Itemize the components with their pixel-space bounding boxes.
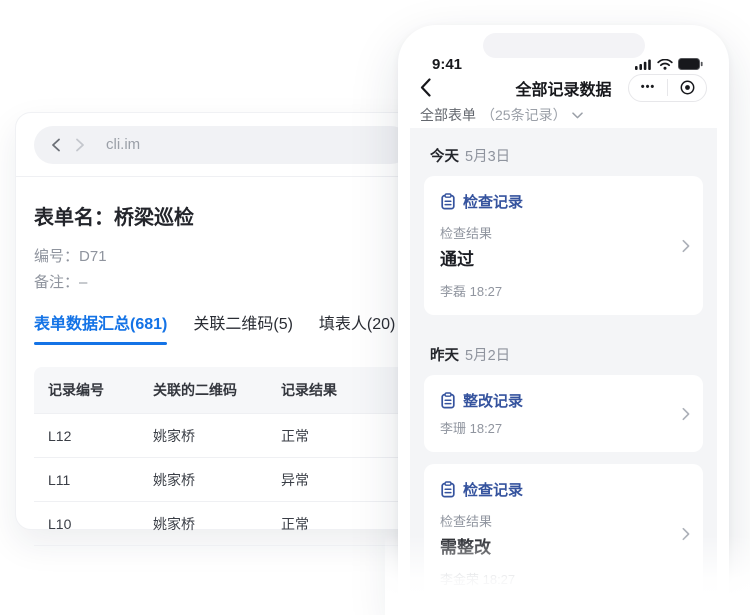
record-card-inspection-yesterday[interactable]: 检查记录 检查结果 需整改 李金荣 18:27	[424, 464, 703, 603]
chevron-right-icon	[682, 239, 690, 252]
record-meta: 李磊 18:27	[440, 281, 687, 300]
page-title: 表单名：桥梁巡检	[34, 201, 410, 230]
records-table: 记录编号 关联的二维码 记录结果 L12 姚家桥 正常 L11 姚家桥 异常 L…	[34, 367, 410, 546]
section-day: 今天	[430, 149, 459, 165]
nav-back-icon[interactable]	[420, 78, 452, 97]
clipboard-icon	[440, 193, 456, 210]
miniprogram-capsule: •••	[628, 74, 707, 102]
section-date: 5月2日	[465, 348, 510, 364]
record-card-inspection-today[interactable]: 检查记录 检查结果 通过 李磊 18:27	[424, 176, 703, 315]
chevron-down-icon	[572, 112, 583, 119]
table-row[interactable]: L11 姚家桥 异常	[34, 457, 410, 501]
address-bar[interactable]: cli.im	[34, 126, 410, 164]
section-date: 5月3日	[465, 149, 510, 165]
table-row[interactable]: L12 姚家桥 正常	[34, 413, 410, 457]
wifi-icon	[657, 59, 673, 70]
tab-fillers[interactable]: 填表人(20)	[319, 310, 395, 345]
cell-qrcode: 姚家桥	[139, 426, 267, 446]
clipboard-icon	[440, 392, 456, 409]
target-circle-icon	[680, 80, 695, 95]
cell-qrcode: 姚家桥	[139, 514, 267, 534]
more-icon: •••	[641, 82, 656, 93]
column-header-result: 记录结果	[267, 380, 410, 400]
record-type-label: 检查记录	[463, 191, 523, 212]
date-section-header: 今天 5月3日	[424, 128, 703, 176]
cell-signal-icon	[635, 59, 652, 70]
record-type-label: 整改记录	[463, 390, 523, 411]
more-button[interactable]: •••	[629, 82, 667, 93]
cell-qrcode: 姚家桥	[139, 470, 267, 490]
phone-notch	[483, 33, 645, 58]
field-label: 检查结果	[440, 511, 687, 530]
cell-record-id: L10	[34, 516, 139, 532]
form-remark-label: 备注：	[34, 274, 79, 291]
record-meta: 李金荣 18:27	[440, 569, 687, 588]
form-remark-value: –	[79, 274, 87, 291]
filter-name: 全部表单	[420, 105, 476, 125]
forward-icon[interactable]	[74, 138, 86, 152]
filter-count: （25条记录）	[481, 105, 567, 125]
clipboard-icon	[440, 481, 456, 498]
battery-icon	[678, 58, 703, 70]
minimize-button[interactable]	[668, 80, 706, 95]
browser-chrome: cli.im	[16, 113, 428, 177]
browser-window: cli.im 表单名：桥梁巡检 编号：D71 备注：– 表单数据汇总(681) …	[15, 112, 429, 530]
record-meta: 李珊 18:27	[440, 418, 687, 437]
phone-mockup: 9:41 全部记录数据 ••• 全部表单 （25条记录）	[398, 25, 729, 615]
column-header-record-id: 记录编号	[34, 380, 139, 400]
record-card-rectification[interactable]: 整改记录 李珊 18:27	[424, 375, 703, 452]
cell-result: 正常	[267, 426, 410, 446]
tab-linked-qrcodes[interactable]: 关联二维码(5)	[193, 310, 293, 345]
nav-title: 全部记录数据	[515, 76, 611, 100]
form-remark-line: 备注：–	[34, 270, 410, 296]
form-filter-dropdown[interactable]: 全部表单 （25条记录）	[410, 103, 717, 128]
chevron-right-icon	[682, 527, 690, 540]
form-number-line: 编号：D71	[34, 244, 410, 270]
tab-data-summary[interactable]: 表单数据汇总(681)	[34, 310, 167, 345]
form-detail: 表单名：桥梁巡检 编号：D71 备注：– 表单数据汇总(681) 关联二维码(5…	[16, 177, 428, 546]
table-header-row: 记录编号 关联的二维码 记录结果	[34, 367, 410, 413]
status-time: 9:41	[432, 56, 462, 73]
cell-record-id: L11	[34, 472, 139, 488]
tab-bar: 表单数据汇总(681) 关联二维码(5) 填表人(20)	[34, 310, 410, 345]
cell-record-id: L12	[34, 428, 139, 444]
record-list: 今天 5月3日 检查记录 检查结果 通过 李磊 18:27 昨天 5月2日	[410, 128, 717, 615]
url-text: cli.im	[106, 136, 140, 153]
form-number-value: D71	[79, 248, 107, 265]
nav-bar: 全部记录数据 •••	[410, 73, 717, 102]
section-day: 昨天	[430, 348, 459, 364]
record-type-label: 检查记录	[463, 479, 523, 500]
field-label: 检查结果	[440, 223, 687, 242]
chevron-right-icon	[682, 407, 690, 420]
back-icon[interactable]	[50, 138, 62, 152]
table-row[interactable]: L10 姚家桥 正常	[34, 501, 410, 545]
cell-result: 异常	[267, 470, 410, 490]
field-value: 通过	[440, 245, 687, 270]
date-section-header: 昨天 5月2日	[424, 327, 703, 375]
field-value: 需整改	[440, 533, 687, 558]
cell-result: 正常	[267, 514, 410, 534]
column-header-qrcode: 关联的二维码	[139, 380, 267, 400]
form-number-label: 编号：	[34, 248, 79, 265]
